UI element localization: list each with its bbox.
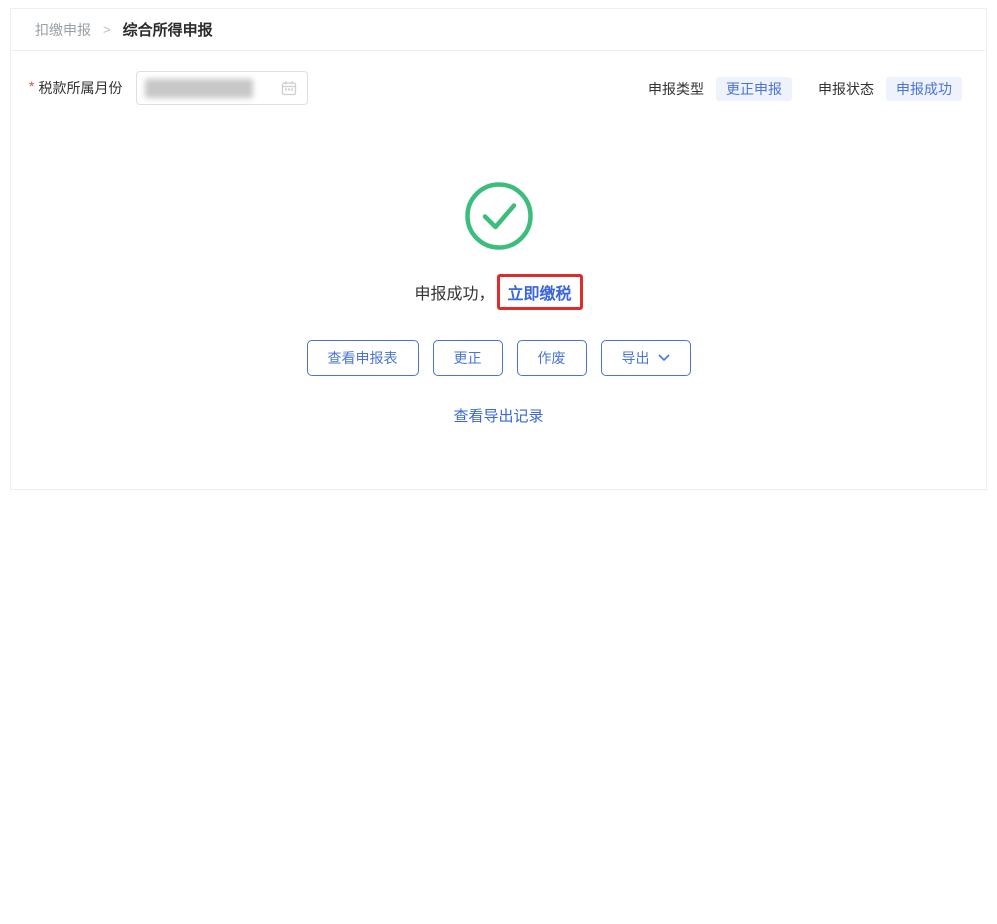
tax-month-label: 税款所属月份 bbox=[38, 78, 122, 98]
required-asterisk: * bbox=[29, 78, 34, 94]
pay-now-highlight-box: 立即缴税 bbox=[497, 274, 583, 310]
declaration-type-label: 申报类型 bbox=[648, 79, 704, 99]
void-label: 作废 bbox=[538, 348, 566, 368]
breadcrumb-separator-icon: > bbox=[103, 22, 111, 37]
tax-month-field-group: * 税款所属月份 bbox=[29, 71, 308, 105]
declaration-type-badge: 更正申报 bbox=[716, 77, 792, 101]
declaration-panel: 扣缴申报 > 综合所得申报 * 税款所属月份 bbox=[10, 8, 987, 490]
view-declaration-form-button[interactable]: 查看申报表 bbox=[307, 340, 419, 376]
void-button[interactable]: 作废 bbox=[517, 340, 587, 376]
pay-now-link[interactable]: 立即缴税 bbox=[508, 286, 572, 303]
export-dropdown-button[interactable]: 导出 bbox=[601, 340, 691, 376]
form-meta-row: * 税款所属月份 申报类型 更正申 bbox=[11, 51, 986, 105]
declaration-status-badge: 申报成功 bbox=[886, 77, 962, 101]
success-text: 申报成功， bbox=[414, 280, 494, 304]
export-label: 导出 bbox=[622, 348, 650, 368]
tax-month-input[interactable] bbox=[136, 71, 308, 105]
breadcrumb: 扣缴申报 > 综合所得申报 bbox=[11, 9, 986, 51]
correct-button[interactable]: 更正 bbox=[433, 340, 503, 376]
redacted-month-value bbox=[145, 79, 253, 98]
success-check-icon bbox=[464, 181, 534, 251]
success-message-row: 申报成功， 立即缴税 bbox=[414, 274, 582, 310]
action-buttons-row: 查看申报表 更正 作废 导出 bbox=[307, 340, 691, 376]
result-area: 申报成功， 立即缴税 查看申报表 更正 作废 导出 bbox=[11, 181, 986, 426]
breadcrumb-current: 综合所得申报 bbox=[123, 19, 213, 40]
breadcrumb-parent[interactable]: 扣缴申报 bbox=[35, 20, 91, 40]
declaration-meta: 申报类型 更正申报 申报状态 申报成功 bbox=[648, 77, 962, 101]
declaration-status-label: 申报状态 bbox=[818, 79, 874, 99]
calendar-icon bbox=[281, 80, 297, 96]
view-declaration-form-label: 查看申报表 bbox=[328, 348, 398, 368]
correct-label: 更正 bbox=[454, 348, 482, 368]
chevron-down-icon bbox=[658, 354, 670, 362]
view-export-records-link[interactable]: 查看导出记录 bbox=[453, 405, 543, 426]
